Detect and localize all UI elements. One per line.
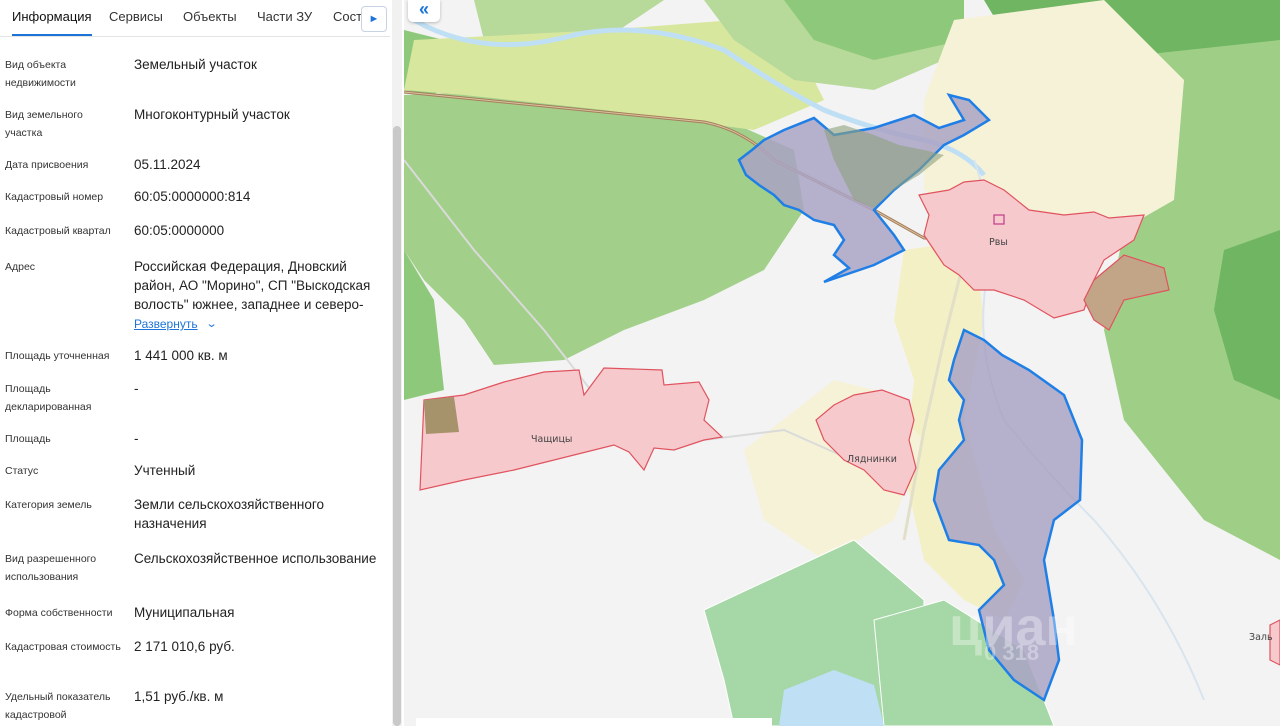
property-value: 05.11.2024 <box>134 157 201 172</box>
place-label-zal: Заль <box>1249 632 1273 643</box>
chevron-right-icon: ► <box>368 13 380 25</box>
watermark-phone: 0 318 <box>984 640 1039 665</box>
property-value: - <box>134 431 139 446</box>
tab-services[interactable]: Сервисы <box>109 0 163 34</box>
property-label: Кадастровая стоимость <box>5 641 121 653</box>
property-value: Учтенный <box>134 463 196 478</box>
property-label: Форма собственности <box>5 607 113 619</box>
scrollbar-thumb[interactable] <box>393 126 401 726</box>
property-label: Площадь декларированная <box>5 383 92 413</box>
tab-objects[interactable]: Объекты <box>183 0 237 34</box>
map-canvas[interactable]: Рвы Чащицы Ляднинки Заль циан 0 318 <box>404 0 1280 726</box>
property-label: Статус <box>5 465 39 477</box>
property-value: 1,51 руб./кв. м <box>134 689 224 704</box>
cadastral-map[interactable]: Рвы Чащицы Ляднинки Заль циан 0 318 <box>404 0 1280 726</box>
place-label-lyadninki: Ляднинки <box>847 454 897 465</box>
tab-information[interactable]: Информация <box>12 0 92 36</box>
property-label: Вид разрешенного использования <box>5 553 97 583</box>
map-bottom-bar <box>416 718 772 726</box>
property-value: Многоконтурный участок <box>134 107 290 122</box>
expand-address-link[interactable]: Развернуть ⌄ <box>134 317 218 331</box>
collapse-panel-button[interactable]: « <box>408 0 440 22</box>
property-value: Сельскохозяйственное использование <box>134 551 377 566</box>
tabs-next-button[interactable]: ► <box>361 6 387 32</box>
address-value: Российская Федерация, Дновский район, АО… <box>134 259 371 312</box>
property-label: Кадастровый квартал <box>5 225 111 237</box>
property-label: Категория земель <box>5 499 92 511</box>
chevron-down-icon: ⌄ <box>205 318 218 330</box>
settlement-extension <box>424 397 459 434</box>
property-value: 60:05:0000000:814 <box>134 189 251 204</box>
property-label: Кадастровый номер <box>5 191 104 203</box>
property-label: Площадь <box>5 433 51 445</box>
tab-bar: Информация Сервисы Объекты Части ЗУ Сост… <box>0 0 390 37</box>
property-value: 60:05:0000000 <box>134 223 225 238</box>
property-value: Земли сельскохозяйственного назначения <box>134 497 325 531</box>
property-label: Дата присвоения <box>5 159 89 171</box>
property-value: Земельный участок <box>134 57 257 72</box>
property-value: - <box>134 381 139 396</box>
property-label: Удельный показатель кадастровой <box>5 691 111 721</box>
property-label: Вид земельного участка <box>5 109 83 139</box>
double-chevron-left-icon: « <box>418 0 429 19</box>
property-label: Вид объекта недвижимости <box>5 59 76 89</box>
info-panel: Информация Сервисы Объекты Части ЗУ Сост… <box>0 0 405 726</box>
tab-parcel-parts[interactable]: Части ЗУ <box>257 0 312 34</box>
property-value: 1 441 000 кв. м <box>134 348 228 363</box>
place-label-rvy: Рвы <box>989 237 1008 248</box>
property-value: 2 171 010,6 руб. <box>134 639 235 654</box>
property-value: Муниципальная <box>134 605 235 620</box>
property-list: Вид объекта недвижимости Земельный участ… <box>0 36 390 726</box>
property-label: Адрес <box>5 261 36 273</box>
place-label-chashitsy: Чащицы <box>531 434 572 445</box>
expand-link-label: Развернуть <box>134 317 198 331</box>
property-label: Площадь уточненная <box>5 350 110 362</box>
